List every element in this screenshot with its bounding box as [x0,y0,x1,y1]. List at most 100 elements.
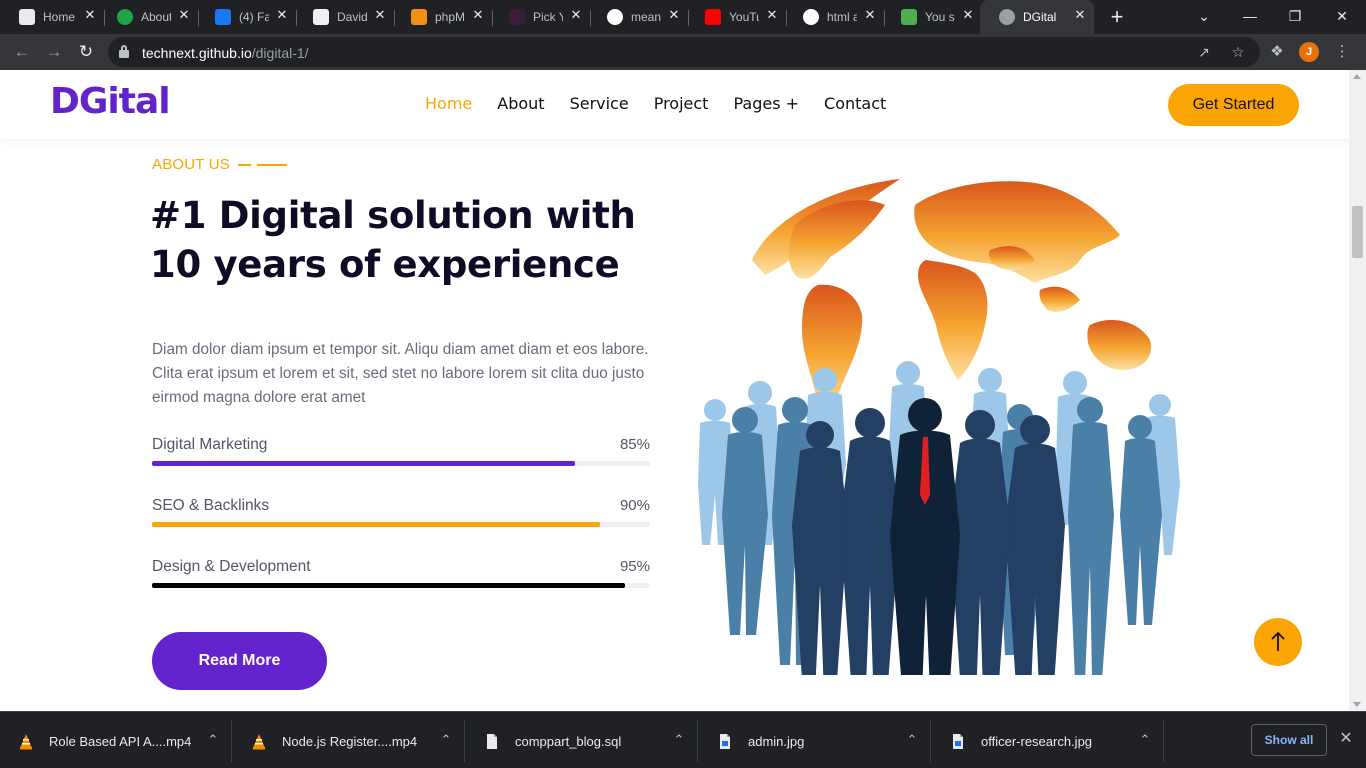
download-separator [464,720,465,762]
new-tab-button[interactable]: + [1105,6,1129,30]
tab-10[interactable]: You se ✕ [882,4,982,30]
tab-7[interactable]: meanin ✕ [588,4,689,30]
tab-11[interactable]: DGital ✕ [980,0,1094,34]
vlc-file-icon [253,734,265,750]
maximize-icon[interactable]: ❐ [1281,4,1309,28]
tab-2[interactable]: About ✕ [98,4,199,30]
url-text[interactable]: technext.github.io/digital-1/ [142,45,309,61]
tab-search-icon[interactable]: ⌄ [1190,4,1218,28]
get-started-button[interactable]: Get Started [1168,84,1299,126]
skill-name: SEO & Backlinks [152,497,270,514]
tab-4[interactable]: Davids ✕ [294,4,395,30]
progress-track [152,461,650,466]
tab-8[interactable]: YouTub ✕ [686,4,787,30]
download-item[interactable]: comppart_blog.sql ⌃ [466,720,698,762]
nav-link-pages[interactable]: Pages + [733,94,799,113]
download-item[interactable]: admin.jpg ⌃ [699,720,931,762]
bookmark-star-icon[interactable]: ☆ [1228,42,1248,62]
scroll-down-icon[interactable] [1353,702,1361,707]
tab-label: You se [925,10,955,24]
close-tab-icon[interactable]: ✕ [1072,7,1088,23]
download-filename: Role Based API A....mp4 [49,734,192,749]
youtube-favicon-icon [705,9,721,25]
tab-9[interactable]: html a ✕ [784,4,885,30]
close-download-bar-icon[interactable]: ✕ [1336,729,1356,749]
about-paragraph: Diam dolor diam ipsum et tempor sit. Ali… [152,341,649,406]
page-scrollbar[interactable] [1349,70,1366,711]
tab-strip: Home ✕ About ✕ (4) Fac ✕ Davids ✕ phpMy ✕ Pick Yo ✕… [0,0,1366,34]
back-icon[interactable]: ← [10,40,34,64]
tab-label: YouTub [729,10,759,24]
skill-name: Design & Development [152,558,311,575]
nav-link-service[interactable]: Service [570,94,629,113]
tab-3[interactable]: (4) Fac ✕ [196,4,297,30]
leaf-favicon-icon [901,9,917,25]
progress-fill [152,522,601,527]
download-item[interactable]: officer-research.jpg ⌃ [932,720,1164,762]
tab-label: Davids [337,10,367,24]
scrollbar-thumb[interactable] [1352,206,1363,258]
chevron-up-icon[interactable]: ⌃ [904,732,920,748]
forward-icon[interactable]: → [42,40,66,64]
page-viewport: DGital Home About Service Project Pages + Con… [0,70,1366,711]
site-logo[interactable]: DGital [50,81,171,122]
close-tab-icon[interactable]: ✕ [862,7,878,23]
chevron-up-icon[interactable]: ⌃ [671,732,687,748]
pick-favicon-icon [509,9,525,25]
close-tab-icon[interactable]: ✕ [666,7,682,23]
back-to-top-button[interactable] [1254,618,1302,666]
main-nav: Home About Service Project Pages + Contact [425,94,911,113]
address-bar[interactable]: technext.github.io/digital-1/ ↗ ☆ [108,37,1260,67]
progress-track [152,522,650,527]
facebook-favicon-icon [215,9,231,25]
close-tab-icon[interactable]: ✕ [372,7,388,23]
chevron-up-icon[interactable]: ⌃ [205,732,221,748]
nav-link-project[interactable]: Project [654,94,709,113]
close-tab-icon[interactable]: ✕ [568,7,584,23]
tab-5[interactable]: phpMy ✕ [392,4,493,30]
close-tab-icon[interactable]: ✕ [960,7,976,23]
tab-label: (4) Fac [239,10,269,24]
close-tab-icon[interactable]: ✕ [176,7,192,23]
download-item[interactable]: Node.js Register....mp4 ⌃ [233,720,465,762]
read-more-button[interactable]: Read More [152,632,327,690]
tab-6[interactable]: Pick Yo ✕ [490,4,591,30]
scroll-up-icon[interactable] [1353,74,1361,79]
site-navbar: DGital Home About Service Project Pages + Con… [0,70,1349,139]
profile-avatar[interactable]: J [1299,42,1319,62]
download-filename: comppart_blog.sql [515,734,622,749]
gear-favicon-icon [19,9,35,25]
close-tab-icon[interactable]: ✕ [82,7,98,23]
tab-label: phpMy [435,10,465,24]
tab-label: html a [827,10,857,24]
close-window-icon[interactable]: ✕ [1328,4,1356,28]
tab-1[interactable]: Home ✕ [0,4,105,30]
close-tab-icon[interactable]: ✕ [470,7,486,23]
chevron-up-icon[interactable]: ⌃ [1137,732,1153,748]
nav-link-contact[interactable]: Contact [824,94,886,113]
check-favicon-icon [117,9,133,25]
close-tab-icon[interactable]: ✕ [274,7,290,23]
document-file-icon [487,734,497,749]
skill-progress: Digital Marketing 85% [152,436,650,476]
close-tab-icon[interactable]: ✕ [764,7,780,23]
arrow-up-icon [1271,631,1285,651]
download-item[interactable]: Role Based API A....mp4 ⌃ [0,720,232,762]
nav-link-about[interactable]: About [497,94,544,113]
download-filename: officer-research.jpg [981,734,1093,749]
show-all-button[interactable]: Show all [1251,724,1327,756]
reload-icon[interactable]: ↻ [74,40,98,64]
skill-percent: 90% [619,497,650,514]
skill-progress: Design & Development 95% [152,558,650,598]
menu-dots-icon[interactable]: ⋮ [1331,41,1353,63]
nav-link-home[interactable]: Home [425,94,472,113]
minimize-icon[interactable]: — [1236,4,1264,28]
download-separator [930,720,931,762]
chevron-up-icon[interactable]: ⌃ [438,732,454,748]
about-headline: #1 Digital solution with 10 years of exp… [150,194,636,286]
extensions-icon[interactable]: ❖ [1266,41,1288,63]
lock-icon[interactable] [119,45,129,58]
share-icon[interactable]: ↗ [1194,42,1214,62]
github-favicon-icon [313,9,329,25]
globe-people-illustration [698,179,1180,675]
